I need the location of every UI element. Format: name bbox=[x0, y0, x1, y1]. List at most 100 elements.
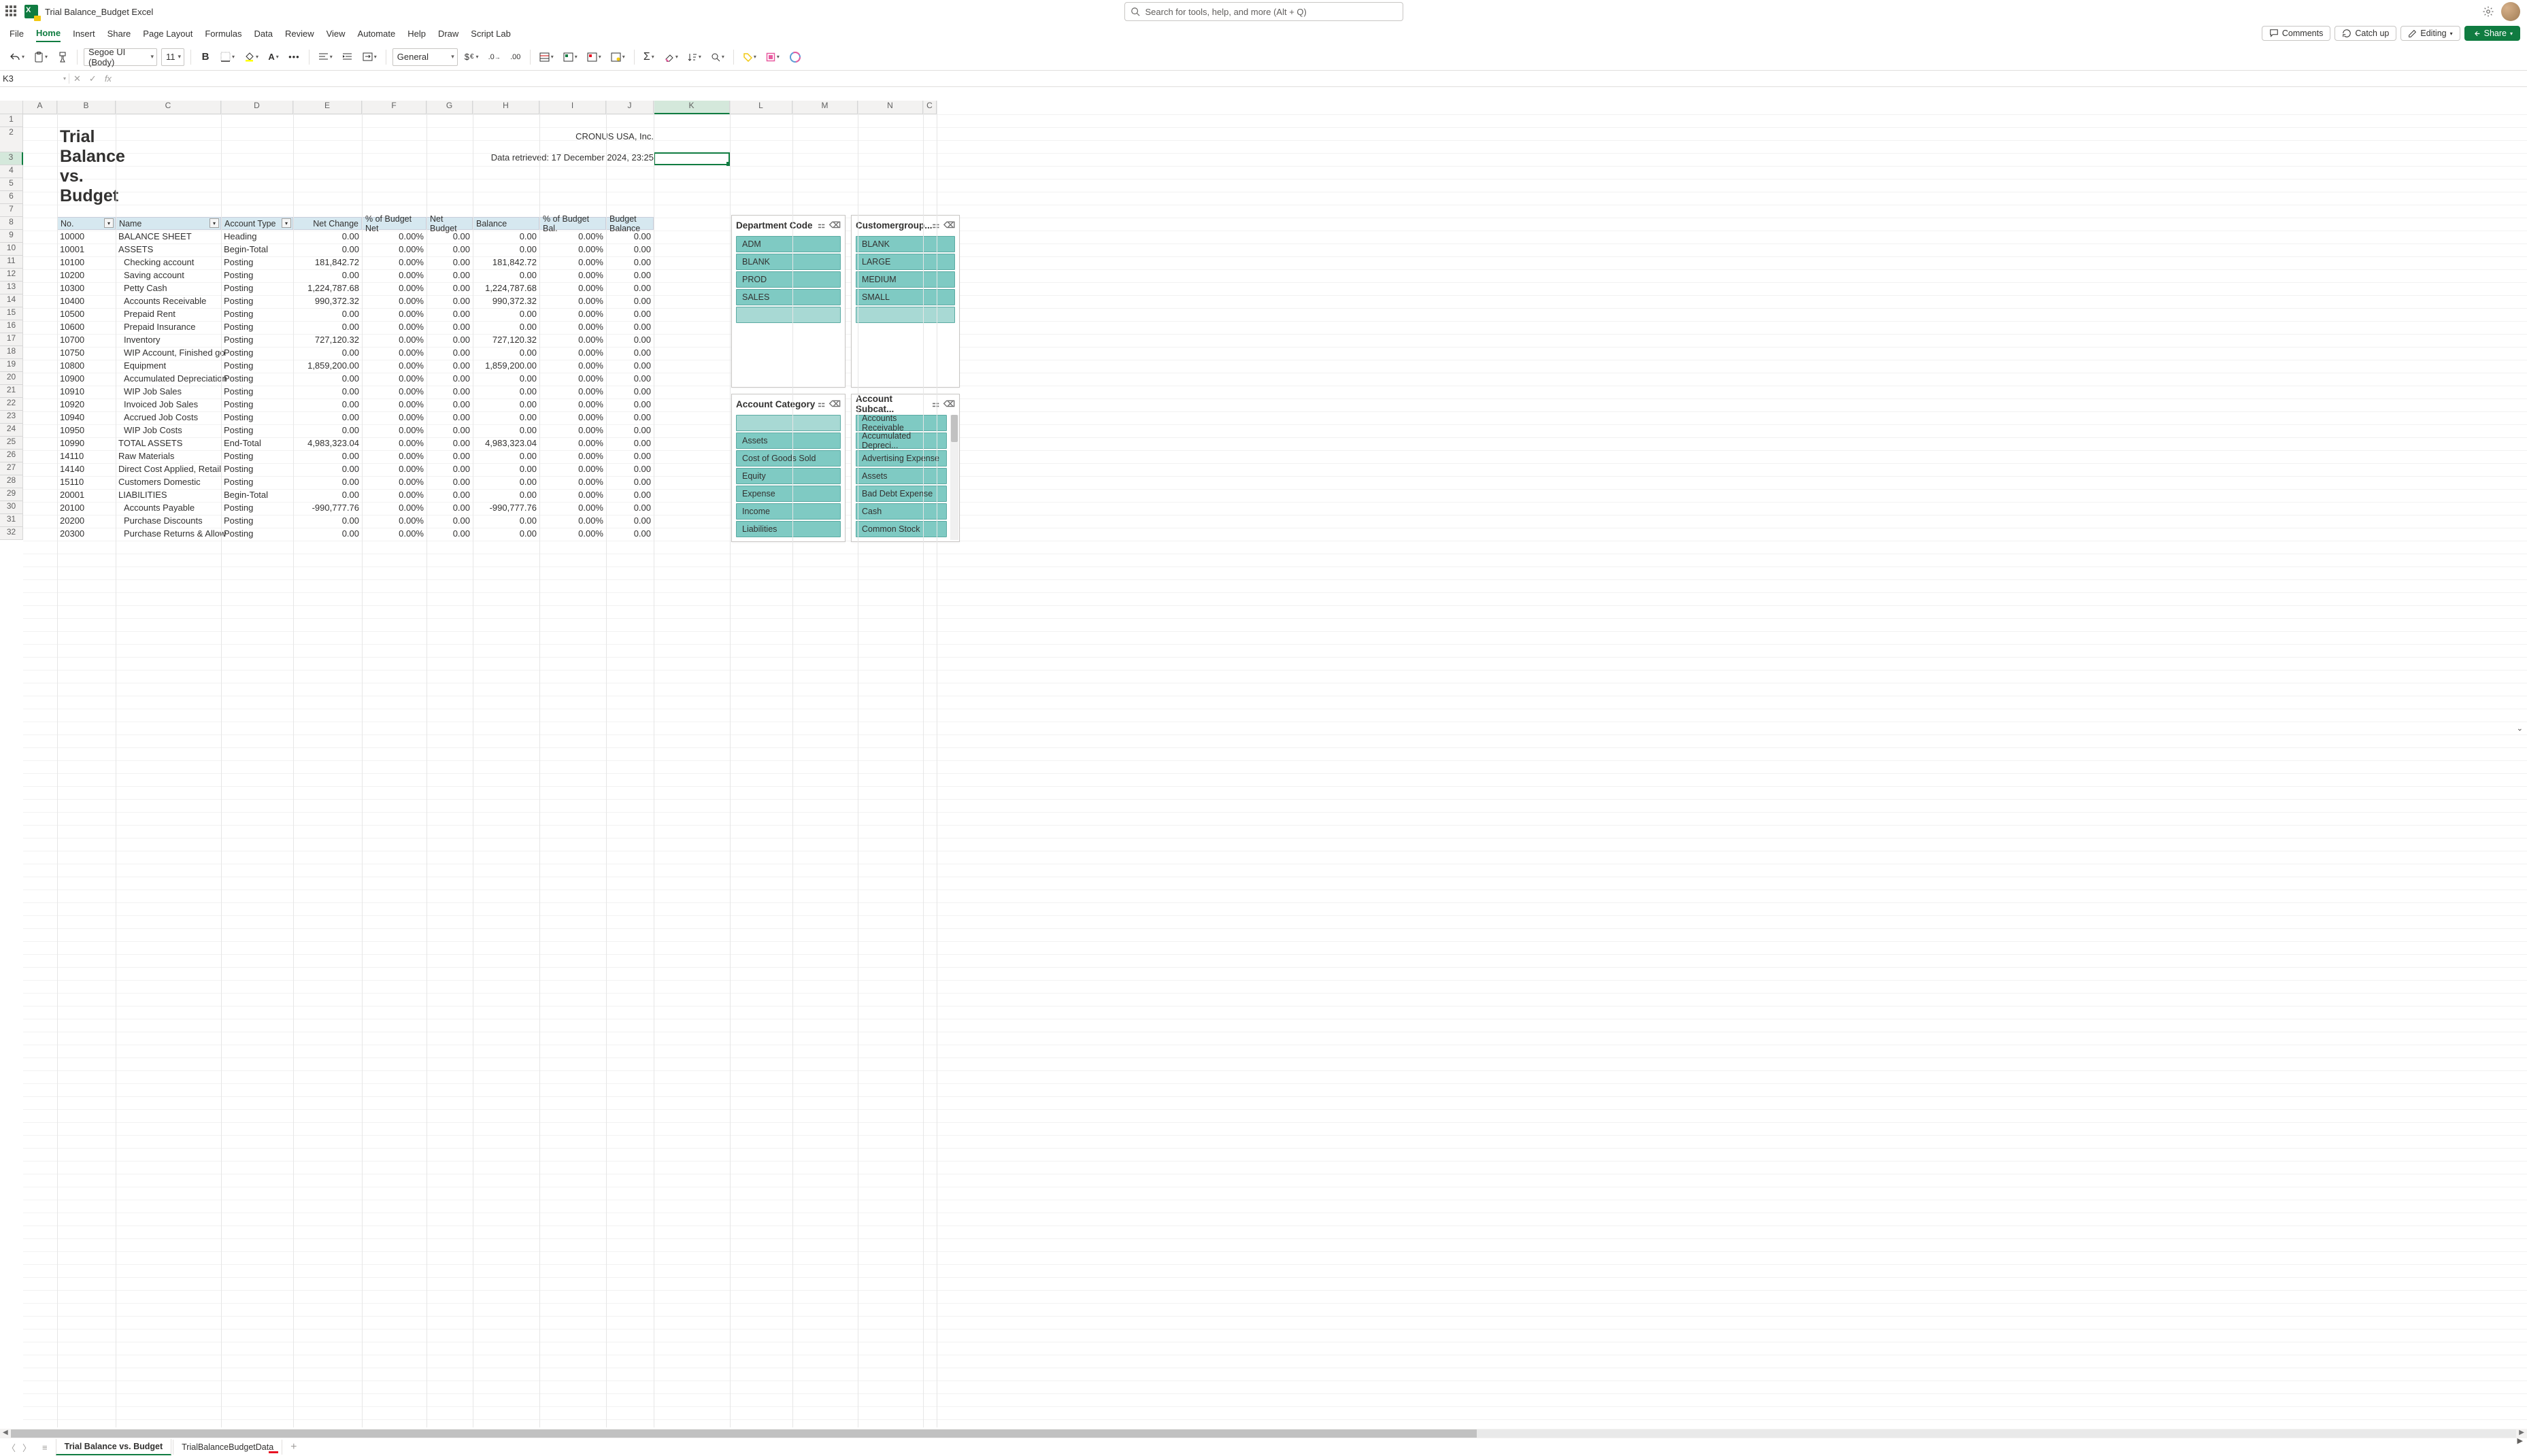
ribbon-tab-review[interactable]: Review bbox=[285, 26, 314, 41]
table-cell-name[interactable]: TOTAL ASSETS bbox=[116, 437, 221, 450]
column-header-H[interactable]: H bbox=[473, 101, 539, 114]
table-cell-budgetbalance[interactable]: 0.00 bbox=[606, 346, 654, 359]
table-cell-pctbudgetnet[interactable]: 0.00% bbox=[362, 398, 426, 411]
table-cell-type[interactable]: Posting bbox=[221, 450, 293, 462]
row-header-6[interactable]: 6 bbox=[0, 191, 23, 204]
table-cell-netchange[interactable]: 990,372.32 bbox=[293, 294, 362, 307]
table-cell-netbudget[interactable]: 0.00 bbox=[426, 346, 473, 359]
slicer-item[interactable]: Expense bbox=[736, 486, 841, 502]
table-cell-netchange[interactable]: 0.00 bbox=[293, 269, 362, 282]
ribbon-tab-share[interactable]: Share bbox=[107, 26, 131, 41]
table-cell-pctbudgetbal[interactable]: 0.00% bbox=[539, 333, 606, 346]
table-cell-pctbudgetnet[interactable]: 0.00% bbox=[362, 372, 426, 385]
number-format-select[interactable]: General bbox=[392, 48, 458, 66]
app-launcher-icon[interactable] bbox=[5, 5, 18, 18]
search-input[interactable]: Search for tools, help, and more (Alt + … bbox=[1124, 2, 1403, 21]
column-header-M[interactable]: M bbox=[792, 101, 858, 114]
row-header-5[interactable]: 5 bbox=[0, 178, 23, 191]
table-cell-netchange[interactable]: 0.00 bbox=[293, 320, 362, 333]
table-cell-pctbudgetbal[interactable]: 0.00% bbox=[539, 437, 606, 450]
table-cell-no[interactable]: 10910 bbox=[57, 385, 116, 398]
formula-bar[interactable] bbox=[116, 71, 2527, 86]
table-cell-no[interactable]: 10500 bbox=[57, 307, 116, 320]
table-cell-type[interactable]: Posting bbox=[221, 307, 293, 320]
column-header-L[interactable]: L bbox=[730, 101, 792, 114]
table-cell-netbudget[interactable]: 0.00 bbox=[426, 475, 473, 488]
row-header-17[interactable]: 17 bbox=[0, 333, 23, 346]
row-header-25[interactable]: 25 bbox=[0, 437, 23, 450]
row-header-31[interactable]: 31 bbox=[0, 514, 23, 527]
table-cell-name[interactable]: Customers Domestic bbox=[116, 475, 221, 488]
avatar[interactable] bbox=[2501, 2, 2520, 21]
table-cell-name[interactable]: Inventory bbox=[121, 333, 227, 346]
table-cell-netbudget[interactable]: 0.00 bbox=[426, 462, 473, 475]
table-cell-name[interactable]: Accrued Job Costs bbox=[121, 411, 227, 424]
table-cell-pctbudgetbal[interactable]: 0.00% bbox=[539, 230, 606, 243]
table-cell-no[interactable]: 10200 bbox=[57, 269, 116, 282]
table-cell-pctbudgetnet[interactable]: 0.00% bbox=[362, 294, 426, 307]
filter-button-C[interactable]: ▾ bbox=[210, 218, 219, 228]
table-cell-netchange[interactable]: -990,777.76 bbox=[293, 501, 362, 514]
row-header-14[interactable]: 14 bbox=[0, 294, 23, 307]
indent-button[interactable] bbox=[339, 48, 356, 67]
table-cell-netbudget[interactable]: 0.00 bbox=[426, 527, 473, 540]
table-cell-netbudget[interactable]: 0.00 bbox=[426, 307, 473, 320]
table-cell-pctbudgetnet[interactable]: 0.00% bbox=[362, 514, 426, 527]
table-cell-balance[interactable]: -990,777.76 bbox=[473, 501, 539, 514]
merge-button[interactable] bbox=[360, 48, 380, 67]
row-header-23[interactable]: 23 bbox=[0, 411, 23, 424]
row-header-32[interactable]: 32 bbox=[0, 527, 23, 540]
table-cell-no[interactable]: 14110 bbox=[57, 450, 116, 462]
table-cell-netbudget[interactable]: 0.00 bbox=[426, 256, 473, 269]
table-cell-name[interactable]: WIP Account, Finished go bbox=[121, 346, 227, 359]
slicer-item[interactable]: BLANK bbox=[856, 236, 955, 252]
table-cell-netchange[interactable]: 0.00 bbox=[293, 411, 362, 424]
row-header-12[interactable]: 12 bbox=[0, 269, 23, 282]
more-font-button[interactable]: ••• bbox=[286, 48, 303, 67]
row-header-26[interactable]: 26 bbox=[0, 450, 23, 462]
table-cell-budgetbalance[interactable]: 0.00 bbox=[606, 462, 654, 475]
table-cell-pctbudgetnet[interactable]: 0.00% bbox=[362, 333, 426, 346]
table-cell-budgetbalance[interactable]: 0.00 bbox=[606, 475, 654, 488]
table-cell-budgetbalance[interactable]: 0.00 bbox=[606, 256, 654, 269]
row-header-27[interactable]: 27 bbox=[0, 462, 23, 475]
slicer-item[interactable]: Assets bbox=[856, 468, 947, 484]
table-cell-netbudget[interactable]: 0.00 bbox=[426, 372, 473, 385]
table-cell-type[interactable]: Posting bbox=[221, 269, 293, 282]
table-cell-name[interactable]: Purchase Returns & Allow bbox=[121, 527, 227, 540]
slicer-item[interactable]: PROD bbox=[736, 271, 841, 288]
table-cell-netbudget[interactable]: 0.00 bbox=[426, 359, 473, 372]
horizontal-scrollbar[interactable]: ◀ ▶ bbox=[0, 1429, 2527, 1438]
row-header-22[interactable]: 22 bbox=[0, 398, 23, 411]
table-cell-no[interactable]: 10940 bbox=[57, 411, 116, 424]
slicer-item[interactable]: Income bbox=[736, 503, 841, 520]
table-cell-netchange[interactable]: 0.00 bbox=[293, 462, 362, 475]
next-sheet-button[interactable]: 〉 bbox=[20, 1441, 34, 1454]
slicer-item[interactable]: LARGE bbox=[856, 254, 955, 270]
ribbon-tab-data[interactable]: Data bbox=[254, 26, 273, 41]
row-header-28[interactable]: 28 bbox=[0, 475, 23, 488]
table-cell-netchange[interactable]: 727,120.32 bbox=[293, 333, 362, 346]
table-cell-netchange[interactable]: 0.00 bbox=[293, 424, 362, 437]
slicer-item[interactable]: Accumulated Depreci... bbox=[856, 433, 947, 449]
table-cell-type[interactable]: Posting bbox=[221, 359, 293, 372]
row-header-13[interactable]: 13 bbox=[0, 282, 23, 294]
table-cell-netbudget[interactable]: 0.00 bbox=[426, 243, 473, 256]
table-cell-netchange[interactable]: 181,842.72 bbox=[293, 256, 362, 269]
table-cell-netbudget[interactable]: 0.00 bbox=[426, 398, 473, 411]
table-cell-no[interactable]: 10001 bbox=[57, 243, 116, 256]
table-cell-pctbudgetnet[interactable]: 0.00% bbox=[362, 269, 426, 282]
table-cell-type[interactable]: Begin-Total bbox=[221, 243, 293, 256]
table-cell-netbudget[interactable]: 0.00 bbox=[426, 282, 473, 294]
table-header-balance[interactable]: Balance bbox=[473, 217, 539, 230]
ribbon-tab-home[interactable]: Home bbox=[36, 25, 61, 42]
table-cell-netbudget[interactable]: 0.00 bbox=[426, 269, 473, 282]
row-header-10[interactable]: 10 bbox=[0, 243, 23, 256]
slicer-item[interactable]: Bad Debt Expense bbox=[856, 486, 947, 502]
decrease-decimal-button[interactable]: .0→ bbox=[486, 48, 503, 67]
insert-button[interactable] bbox=[560, 48, 580, 67]
table-cell-pctbudgetbal[interactable]: 0.00% bbox=[539, 385, 606, 398]
table-cell-netchange[interactable]: 4,983,323.04 bbox=[293, 437, 362, 450]
accept-formula-button[interactable]: ✓ bbox=[85, 73, 101, 84]
table-cell-balance[interactable]: 0.00 bbox=[473, 320, 539, 333]
